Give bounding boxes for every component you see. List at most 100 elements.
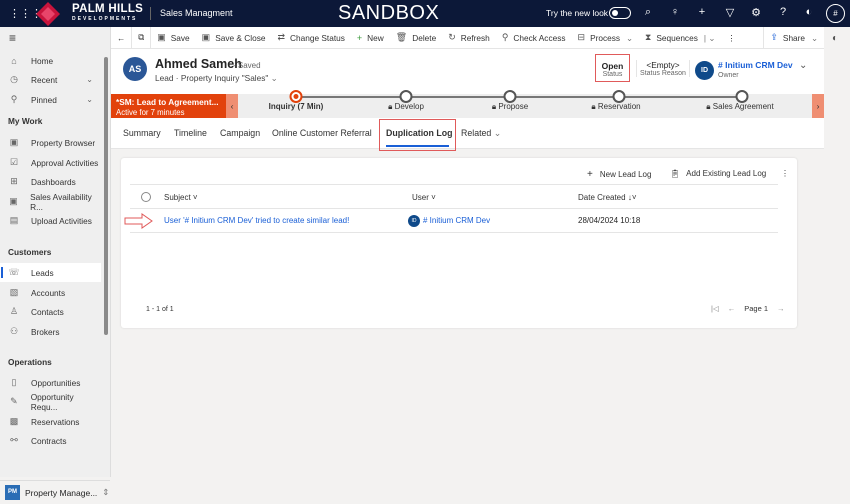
column-subject[interactable]: Subject ˅ xyxy=(164,193,198,202)
tab-online-customer-referral[interactable]: Online Customer Referral xyxy=(272,128,372,138)
sidebar-item-sales-availability[interactable]: ▣ Sales Availability R... xyxy=(0,191,101,212)
owner-link[interactable]: # Initium CRM Dev xyxy=(718,60,793,70)
sequences-button[interactable]: ⧗ Sequences | ⌄ xyxy=(639,27,721,49)
sidebar-item-contracts[interactable]: ⚯ Contracts xyxy=(0,431,101,450)
sidebar-item-upload-activities[interactable]: ▤ Upload Activities xyxy=(0,211,101,230)
sidebar-item-label: Contracts xyxy=(31,435,67,446)
header-expand-chevron[interactable]: ⌄ xyxy=(799,60,807,71)
sidebar-scrollbar[interactable] xyxy=(104,57,108,335)
sidebar-item-label: Opportunities xyxy=(31,377,81,388)
refresh-button[interactable]: ↻ Refresh xyxy=(442,27,496,49)
section-operations: Operations xyxy=(8,357,52,367)
tab-related[interactable]: Related ⌄ xyxy=(461,128,501,139)
edit-icon: ✎ xyxy=(10,396,18,406)
column-label: User xyxy=(412,193,429,202)
first-page-icon[interactable]: |◁ xyxy=(711,304,719,313)
help-icon[interactable]: ? xyxy=(775,6,791,18)
copilot-icon[interactable]: ◐ xyxy=(801,6,817,18)
sidebar-item-contacts[interactable]: ♙ Contacts xyxy=(0,302,101,321)
back-button[interactable]: ← xyxy=(111,27,131,49)
brokers-icon: ⚇ xyxy=(9,326,19,336)
sidebar-item-accounts[interactable]: ▧ Accounts xyxy=(0,283,101,302)
gear-icon[interactable]: ⚙ xyxy=(748,6,764,19)
column-date-created[interactable]: Date Created ↓˅ xyxy=(578,193,637,202)
new-label: New xyxy=(367,32,384,43)
bpf-stage-sales-agreement[interactable]: 🔒︎ Sales Agreement xyxy=(706,102,773,112)
open-new-window-button[interactable]: ⧉ xyxy=(132,27,150,49)
bpf-stage-develop[interactable]: 🔒︎ Develop xyxy=(388,102,424,112)
hamburger-icon[interactable]: ≡ xyxy=(9,31,16,45)
clipboard-icon: 📋︎ xyxy=(670,169,681,178)
process-label: Process xyxy=(590,32,621,43)
new-lead-log-button[interactable]: + New Lead Log xyxy=(587,169,651,180)
sidebar-item-dashboards[interactable]: ⊞ Dashboards xyxy=(0,172,101,191)
select-all-checkbox[interactable] xyxy=(141,192,151,202)
clock-icon: ◷ xyxy=(10,74,18,84)
sidebar-item-label: Pinned xyxy=(31,94,57,105)
bpf-stage-inquiry[interactable]: Inquiry (7 Min) xyxy=(269,102,324,111)
status-reason-value: <Empty> xyxy=(646,60,680,70)
more-commands-button[interactable]: ⋮ xyxy=(721,27,741,49)
sidebar-item-label: Sales Availability R... xyxy=(30,191,92,212)
sidebar-item-label: Leads xyxy=(31,267,54,278)
sidebar-item-home[interactable]: ⌂ Home xyxy=(0,51,101,70)
sidebar-item-opportunity-requests[interactable]: ✎ Opportunity Requ... xyxy=(0,392,101,412)
stage-label: Sales Agreement xyxy=(712,102,774,111)
area-badge: PM xyxy=(5,485,20,500)
tab-campaign[interactable]: Campaign xyxy=(220,128,260,138)
record-header: AS Ahmed Sameh - Saved Lead · Property I… xyxy=(111,49,824,94)
tab-duplication-log[interactable]: Duplication Log xyxy=(386,128,452,138)
next-page-icon[interactable]: → xyxy=(777,304,785,313)
business-process-flow: *SM: Lead to Agreement... Active for 7 mi… xyxy=(111,90,824,118)
search-icon[interactable]: ⌕ xyxy=(640,6,656,19)
delete-button[interactable]: 🗑 Delete xyxy=(390,27,442,49)
sidebar-item-approval-activities[interactable]: ☑ Approval Activities xyxy=(0,153,101,172)
add-existing-lead-log-button[interactable]: 📋︎ Add Existing Lead Log xyxy=(670,169,766,178)
sidebar-item-brokers[interactable]: ⚇ Brokers xyxy=(0,322,101,341)
bpf-next-button[interactable]: › xyxy=(812,94,824,118)
sidebar-item-recent[interactable]: ◷ Recent ⌄ xyxy=(0,70,101,89)
change-status-button[interactable]: ⇄ Change Status xyxy=(271,27,350,49)
bpf-stage-reservation[interactable]: 🔒︎ Reservation xyxy=(591,102,640,112)
save-close-button[interactable]: ▣ Save & Close xyxy=(196,27,272,49)
table-row[interactable]: User '# Initium CRM Dev' tried to create… xyxy=(124,209,778,233)
add-existing-label: Add Existing Lead Log xyxy=(686,169,767,178)
check-access-label: Check Access xyxy=(513,32,566,43)
tab-summary[interactable]: Summary xyxy=(123,128,161,138)
sidebar-item-property-browser[interactable]: ▣ Property Browser xyxy=(0,133,101,152)
new-look-toggle[interactable] xyxy=(609,7,631,19)
save-button[interactable]: ▣ Save xyxy=(151,27,195,49)
sidebar-item-pinned[interactable]: ⚲ Pinned ⌄ xyxy=(0,90,101,109)
app-name[interactable]: Sales Managment xyxy=(160,8,233,18)
user-link[interactable]: # Initium CRM Dev xyxy=(423,216,490,225)
copilot-pane-icon[interactable]: ◐ xyxy=(832,33,838,44)
chevron-down-icon: ⌄ xyxy=(86,95,93,104)
share-button[interactable]: ⇪ Share ⌄ xyxy=(764,27,824,49)
sidebar-item-leads[interactable]: ☏ Leads xyxy=(0,263,101,282)
sidebar-item-label: Property Browser xyxy=(31,137,96,148)
bpf-stage-propose[interactable]: 🔒︎ Propose xyxy=(492,102,528,112)
plus-icon: + xyxy=(356,32,363,43)
new-button[interactable]: + New xyxy=(351,27,390,49)
column-user[interactable]: User ˅ xyxy=(412,193,436,202)
sidebar-item-reservations[interactable]: ▩ Reservations xyxy=(0,412,101,431)
filter-icon[interactable]: ▽ xyxy=(722,6,738,19)
more-options-icon[interactable]: ⋮ xyxy=(781,169,789,178)
brand-subtitle: DEVELOPMENTS xyxy=(72,16,138,22)
previous-page-icon[interactable]: ← xyxy=(728,304,736,313)
lightbulb-icon[interactable]: ♀ xyxy=(667,6,683,18)
chevron-down-icon: ⌄ xyxy=(493,128,502,138)
sidebar-item-opportunities[interactable]: ▯ Opportunities xyxy=(0,373,101,392)
process-button[interactable]: ⊟ Process ⌄ xyxy=(572,27,639,49)
user-avatar[interactable]: # xyxy=(826,4,845,23)
delete-label: Delete xyxy=(412,32,437,43)
subject-link[interactable]: User '# Initium CRM Dev' tried to create… xyxy=(164,216,349,225)
sidebar-item-label: Brokers xyxy=(31,326,60,337)
form-selector[interactable]: Property Inquiry "Sales" xyxy=(181,73,269,83)
tab-timeline[interactable]: Timeline xyxy=(174,128,207,138)
top-bar: ⋮⋮⋮ PALM HILLS DEVELOPMENTS Sales Managm… xyxy=(0,0,850,27)
check-access-button[interactable]: ⚲ Check Access xyxy=(496,27,572,49)
plus-icon[interactable]: + xyxy=(694,6,710,18)
share-icon: ⇪ xyxy=(770,32,778,42)
area-switcher[interactable]: PM Property Manage... ⇕ xyxy=(0,480,110,504)
